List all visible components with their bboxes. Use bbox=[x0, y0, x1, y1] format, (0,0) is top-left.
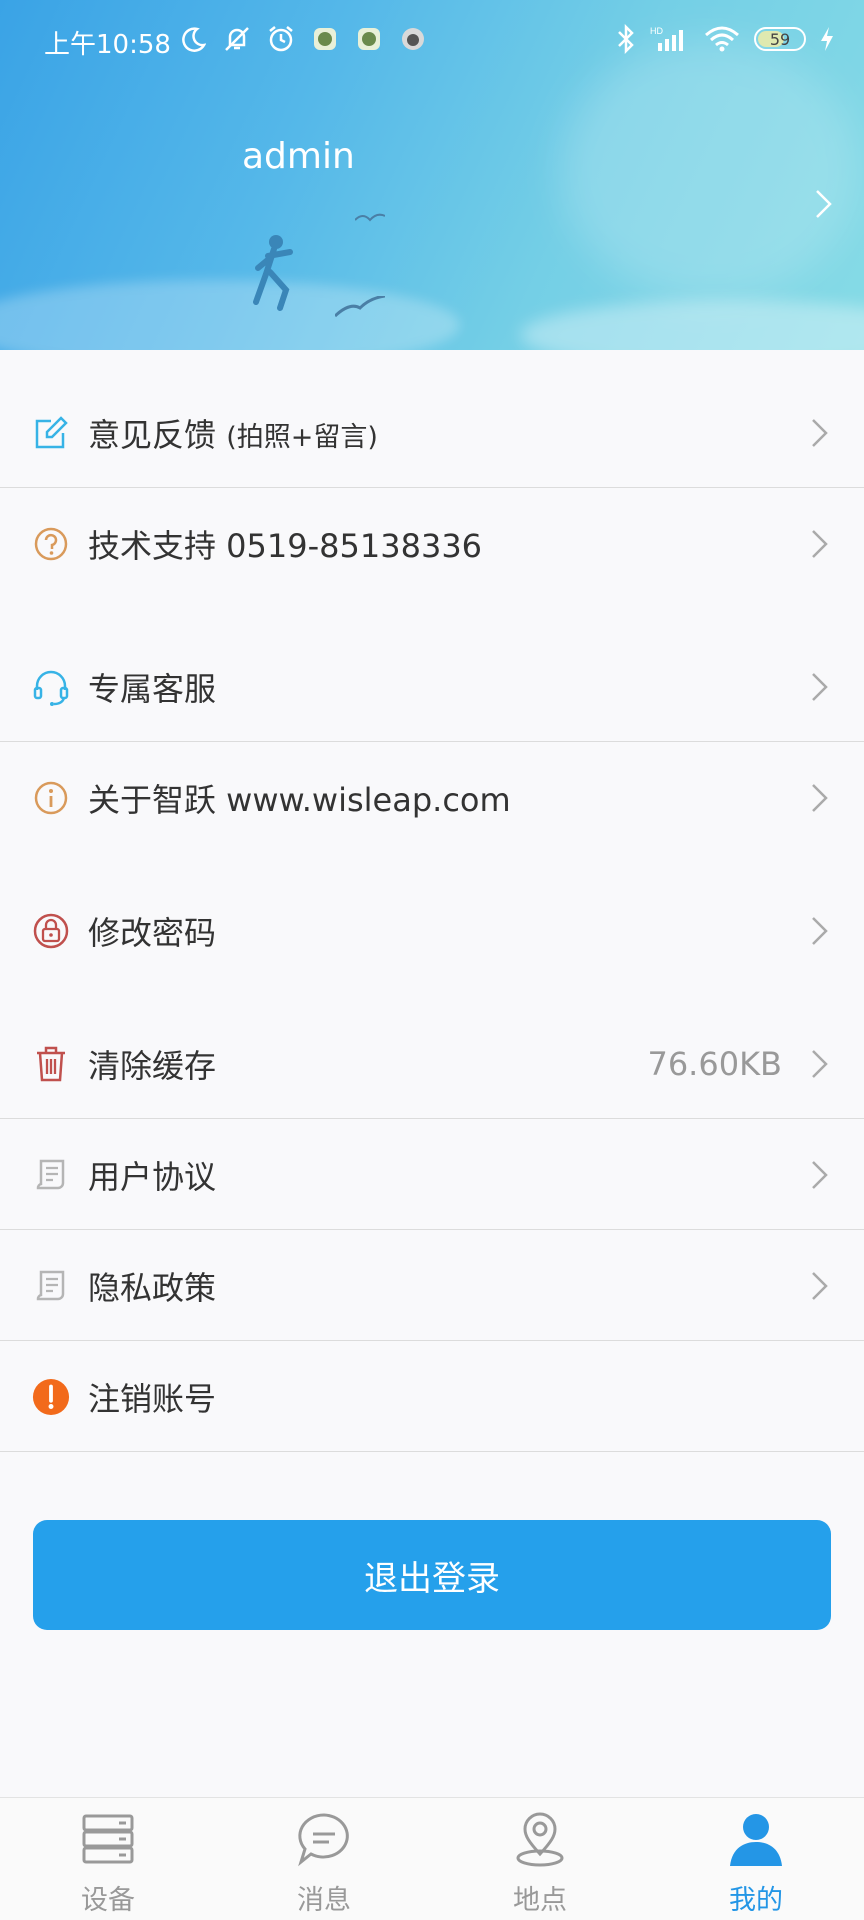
signal-icon: HD bbox=[650, 26, 683, 51]
location-pin-icon bbox=[516, 1812, 564, 1867]
username[interactable]: admin bbox=[242, 136, 355, 177]
user-icon bbox=[730, 1814, 782, 1866]
header-background-cloud bbox=[520, 300, 864, 350]
menu-item-label: 清除缓存 bbox=[88, 1046, 217, 1085]
menu-item-support[interactable]: 技术支持 0519-85138336 bbox=[0, 488, 864, 599]
chevron-right-icon bbox=[812, 418, 828, 447]
bird-icon bbox=[335, 296, 385, 318]
server-icon bbox=[82, 1814, 134, 1864]
bird-icon bbox=[355, 213, 385, 222]
wifi-icon bbox=[705, 26, 739, 52]
menu-item-label: 注销账号 bbox=[88, 1379, 217, 1418]
tab-places[interactable]: 地点 bbox=[432, 1798, 648, 1920]
bluetooth-icon bbox=[618, 24, 634, 54]
menu-item-deregister-account[interactable]: 注销账号 bbox=[0, 1341, 864, 1452]
lock-icon bbox=[32, 912, 70, 950]
app-notification-icon bbox=[310, 24, 340, 54]
chevron-right-icon bbox=[812, 529, 828, 558]
charging-icon bbox=[821, 27, 833, 51]
chevron-right-icon bbox=[812, 1160, 828, 1189]
tab-label: 设备 bbox=[81, 1885, 135, 1916]
menu-item-label: 专属客服 bbox=[88, 669, 217, 708]
chat-bubble-icon bbox=[298, 1813, 349, 1867]
menu-item-label: 意见反馈 (拍照+留言) bbox=[88, 415, 378, 454]
menu-item-customer-service[interactable]: 专属客服 bbox=[0, 631, 864, 742]
menu-item-label: 用户协议 bbox=[88, 1157, 217, 1196]
cache-size-value: 76.60KB bbox=[647, 1044, 782, 1083]
menu-item-change-password[interactable]: 修改密码 bbox=[0, 875, 864, 986]
chevron-right-icon bbox=[812, 783, 828, 812]
menu-item-label: 隐私政策 bbox=[88, 1268, 217, 1307]
bottom-tab-bar: 设备 消息 地点 我的 bbox=[0, 1797, 864, 1920]
svg-text:HD: HD bbox=[650, 26, 663, 36]
tab-devices[interactable]: 设备 bbox=[0, 1798, 216, 1920]
status-bar: 上午10:58 HD 59 bbox=[0, 0, 864, 84]
info-icon bbox=[32, 779, 70, 817]
bell-off-icon bbox=[222, 24, 252, 54]
chevron-right-icon bbox=[812, 1271, 828, 1300]
menu-item-feedback[interactable]: 意见反馈 (拍照+留言) bbox=[0, 377, 864, 488]
menu-item-label: 修改密码 bbox=[88, 913, 217, 952]
app-notification-icon bbox=[398, 24, 428, 54]
logout-button[interactable]: 退出登录 bbox=[33, 1520, 831, 1630]
menu-item-user-agreement[interactable]: 用户协议 bbox=[0, 1119, 864, 1230]
document-icon bbox=[32, 1156, 70, 1194]
warning-icon bbox=[32, 1378, 70, 1416]
menu-item-label: 技术支持 0519-85138336 bbox=[88, 526, 483, 565]
header-illustration-figure bbox=[253, 235, 293, 311]
chevron-right-icon bbox=[812, 672, 828, 701]
trash-icon bbox=[32, 1045, 70, 1083]
menu-item-clear-cache[interactable]: 清除缓存 76.60KB bbox=[0, 1008, 864, 1119]
status-time: 上午10:58 bbox=[44, 30, 171, 60]
alarm-icon bbox=[266, 24, 296, 54]
document-icon bbox=[32, 1267, 70, 1305]
header-background-cloud bbox=[0, 280, 460, 350]
tab-label: 我的 bbox=[729, 1885, 783, 1916]
menu-item-about[interactable]: 关于智跃 www.wisleap.com bbox=[0, 742, 864, 853]
profile-header[interactable]: 上午10:58 HD 59 admin bbox=[0, 0, 864, 350]
tab-label: 地点 bbox=[513, 1885, 567, 1916]
tab-label: 消息 bbox=[297, 1885, 351, 1916]
menu-item-label: 关于智跃 www.wisleap.com bbox=[88, 780, 511, 819]
battery-icon: 59 bbox=[754, 27, 806, 51]
help-icon bbox=[32, 525, 70, 563]
app-notification-icon bbox=[354, 24, 384, 54]
headset-icon bbox=[32, 668, 70, 706]
chevron-right-icon bbox=[812, 1049, 828, 1078]
chevron-right-icon bbox=[812, 916, 828, 945]
chevron-right-icon[interactable] bbox=[814, 188, 834, 220]
menu-item-privacy-policy[interactable]: 隐私政策 bbox=[0, 1230, 864, 1341]
tab-mine[interactable]: 我的 bbox=[648, 1798, 864, 1920]
moon-icon bbox=[178, 24, 208, 54]
tab-messages[interactable]: 消息 bbox=[216, 1798, 432, 1920]
edit-icon bbox=[32, 414, 70, 452]
